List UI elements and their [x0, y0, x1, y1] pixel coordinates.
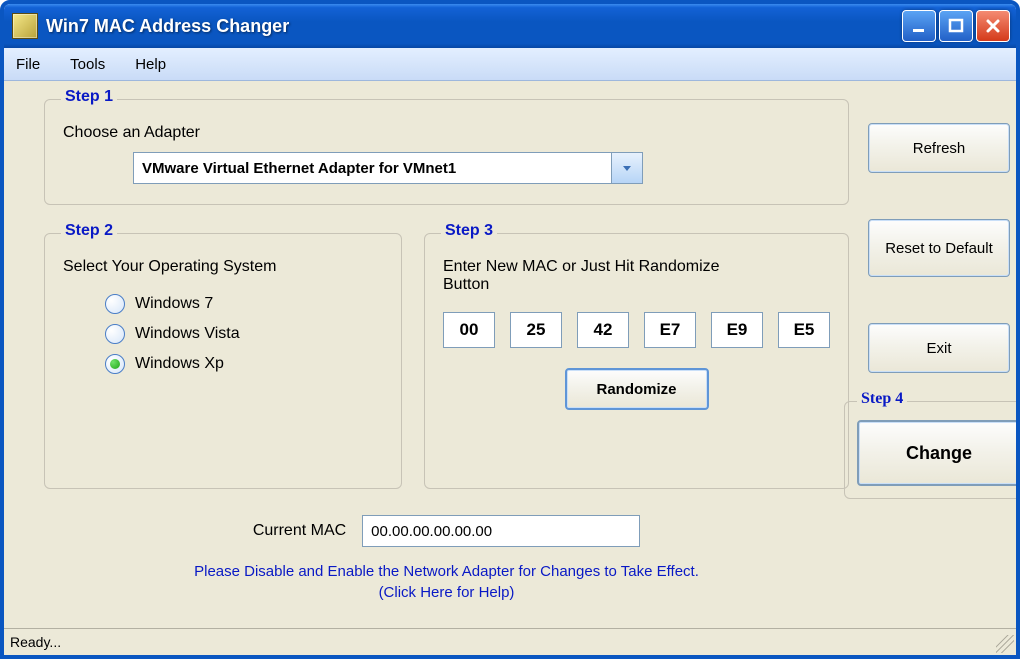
chevron-down-icon	[620, 161, 634, 175]
current-mac-label: Current MAC	[253, 522, 346, 540]
menu-file[interactable]: File	[16, 56, 40, 73]
mac-octet-5[interactable]: E9	[711, 312, 763, 348]
statusbar: Ready...	[4, 628, 1016, 655]
menu-help[interactable]: Help	[135, 56, 166, 73]
radio-label: Windows 7	[135, 295, 213, 313]
resize-grip-icon[interactable]	[996, 635, 1014, 653]
radio-windows7[interactable]: Windows 7	[105, 294, 383, 314]
step4-title: Step 4	[857, 390, 907, 408]
radio-windows-vista[interactable]: Windows Vista	[105, 324, 383, 344]
maximize-button[interactable]	[939, 10, 973, 42]
randomize-button[interactable]: Randomize	[565, 368, 709, 410]
step2-title: Step 2	[61, 222, 117, 240]
close-icon	[984, 17, 1002, 35]
exit-button[interactable]: Exit	[868, 323, 1010, 373]
minimize-icon	[910, 17, 928, 35]
hint-line1: Please Disable and Enable the Network Ad…	[194, 563, 699, 580]
step2-group: Step 2 Select Your Operating System Wind…	[44, 233, 402, 489]
hint-line2: (Click Here for Help)	[379, 584, 515, 601]
radio-icon	[105, 324, 125, 344]
step3-title: Step 3	[441, 222, 497, 240]
menu-tools[interactable]: Tools	[70, 56, 105, 73]
step1-group: Step 1 Choose an Adapter VMware Virtual …	[44, 99, 849, 205]
adapter-combo[interactable]: VMware Virtual Ethernet Adapter for VMne…	[133, 152, 643, 184]
titlebar: Win7 MAC Address Changer	[4, 4, 1016, 48]
radio-icon	[105, 354, 125, 374]
adapter-dropdown-button[interactable]	[611, 152, 643, 184]
step3-label: Enter New MAC or Just Hit Randomize Butt…	[443, 258, 723, 294]
mac-octet-1[interactable]: 00	[443, 312, 495, 348]
window-title: Win7 MAC Address Changer	[46, 16, 902, 37]
step4-group: Step 4 Change	[844, 401, 1020, 499]
step1-title: Step 1	[61, 88, 117, 106]
mac-octet-2[interactable]: 25	[510, 312, 562, 348]
change-button[interactable]: Change	[857, 420, 1020, 486]
status-text: Ready...	[10, 634, 61, 650]
radio-windows-xp[interactable]: Windows Xp	[105, 354, 383, 374]
maximize-icon	[947, 17, 965, 35]
radio-label: Windows Xp	[135, 355, 224, 373]
radio-icon	[105, 294, 125, 314]
current-mac-value: 00.00.00.00.00.00	[362, 515, 640, 547]
step3-group: Step 3 Enter New MAC or Just Hit Randomi…	[424, 233, 849, 489]
app-icon	[12, 13, 38, 39]
step2-label: Select Your Operating System	[63, 258, 383, 276]
mac-octet-6[interactable]: E5	[778, 312, 830, 348]
reset-default-button[interactable]: Reset to Default	[868, 219, 1010, 277]
app-window: Win7 MAC Address Changer File Tools Help…	[0, 0, 1020, 659]
minimize-button[interactable]	[902, 10, 936, 42]
radio-label: Windows Vista	[135, 325, 240, 343]
mac-octet-3[interactable]: 42	[577, 312, 629, 348]
refresh-button[interactable]: Refresh	[868, 123, 1010, 173]
close-button[interactable]	[976, 10, 1010, 42]
menubar: File Tools Help	[4, 48, 1016, 81]
mac-octet-4[interactable]: E7	[644, 312, 696, 348]
step1-label: Choose an Adapter	[63, 124, 830, 142]
adapter-selected: VMware Virtual Ethernet Adapter for VMne…	[133, 152, 611, 184]
help-hint[interactable]: Please Disable and Enable the Network Ad…	[44, 561, 849, 603]
